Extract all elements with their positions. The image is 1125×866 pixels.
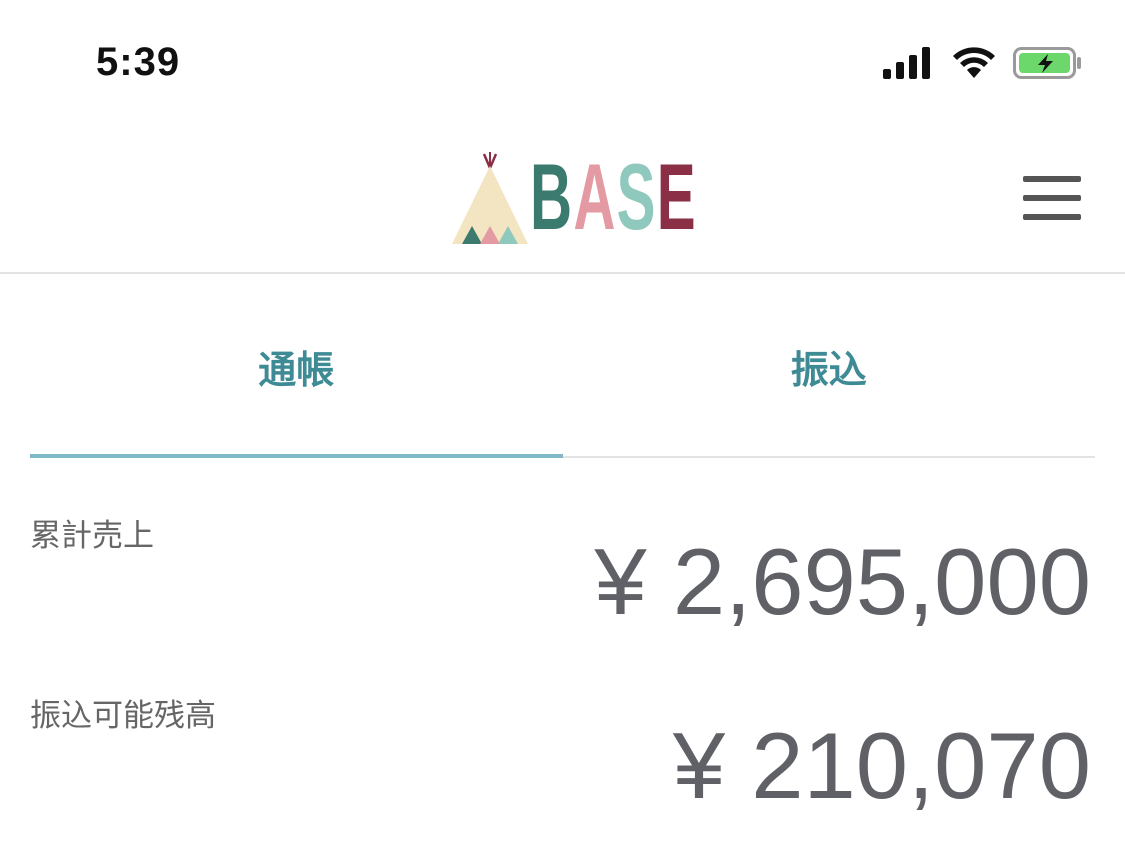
status-time: 5:39 [96,40,181,84]
available-balance-value: ¥ 210,070 [672,713,1091,818]
menu-bar [1023,214,1081,220]
wifi-icon [953,47,995,78]
logo-letter-s: S [616,144,657,249]
available-balance-label: 振込可能残高 [30,698,216,734]
logo-letter-b: B [530,144,574,249]
logo-letter-e: E [656,144,697,249]
app-header: BASE [0,120,1125,274]
tab-passbook[interactable]: 通帳 [30,274,563,458]
battery-charging-icon [1013,47,1081,79]
menu-bar [1023,176,1081,182]
active-tab-indicator [30,454,563,458]
base-logo[interactable]: BASE [448,148,799,244]
tab-bar: 通帳 振込 [30,274,1095,458]
menu-bar [1023,195,1081,201]
status-icons [883,46,1083,80]
logo-text: BASE [530,150,697,244]
teepee-logo-icon [452,152,528,244]
status-bar: 5:39 [0,0,1125,120]
logo-letter-a: A [573,144,617,249]
total-sales-value: ¥ 2,695,000 [594,529,1091,634]
total-sales-label: 累計売上 [30,518,154,554]
cellular-signal-icon [883,47,930,79]
hamburger-menu-icon[interactable] [1023,176,1081,224]
tab-transfer[interactable]: 振込 [563,274,1096,458]
